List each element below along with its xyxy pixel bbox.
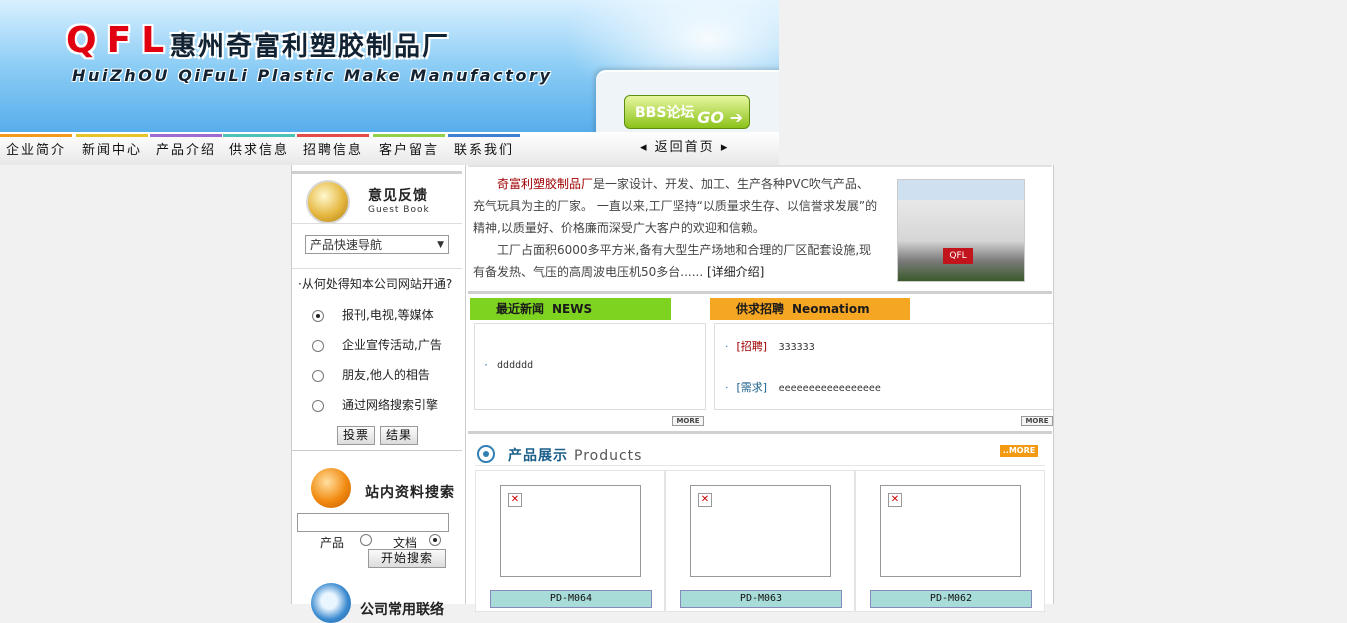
product-card[interactable]: ✕ PD-M062	[855, 470, 1045, 612]
radio[interactable]	[312, 339, 324, 352]
product-card[interactable]: ✕ PD-M064	[475, 470, 665, 612]
radio-selected[interactable]	[428, 534, 441, 546]
intro-text-2: 工厂占面积6000多平方米,备有大型生产场地和合理的厂区配套设施,现有备发热、气…	[473, 243, 872, 279]
quick-nav-value: 产品快速导航	[310, 238, 383, 252]
search-input[interactable]	[297, 513, 449, 532]
nav-item-messages[interactable]: 客户留言	[373, 134, 445, 163]
broken-image-icon: ✕	[508, 493, 522, 507]
back-home-label: 返回首页	[654, 140, 715, 155]
news-list: · dddddd	[474, 323, 706, 410]
list-item[interactable]: · [招聘] 333333	[725, 338, 815, 354]
factory-photo: QFL	[897, 179, 1025, 282]
poll-option-3[interactable]: 朋友,他人的相告	[312, 366, 430, 383]
nav-item-about[interactable]: 企业简介	[0, 134, 72, 163]
news-title: 最近新闻	[496, 302, 545, 316]
bbs-forum-button[interactable]: BBS论坛 GO ➔	[624, 95, 750, 129]
news-title-en: NEWS	[552, 302, 593, 316]
product-name[interactable]: PD-M064	[490, 590, 652, 608]
detail-link[interactable]: [详细介绍]	[707, 265, 764, 279]
search-option-product[interactable]: 产品	[320, 534, 372, 551]
contact-title: 公司常用联络	[360, 602, 444, 618]
nav-item-jobs[interactable]: 招聘信息	[297, 134, 369, 163]
products-title-en: Products	[574, 448, 643, 464]
supply-title-en: Neomatiom	[792, 302, 870, 316]
main-content: 意见反馈 Guest Book 产品快速导航 ▼ ·从何处得知本公司网站开通? …	[291, 165, 1054, 623]
products-title: 产品展示 Products	[508, 448, 643, 464]
poll-question: ·从何处得知本公司网站开通?	[298, 277, 453, 291]
nav-item-supply[interactable]: 供求信息	[223, 134, 295, 163]
news-more-button[interactable]: MORE	[672, 416, 704, 426]
radio[interactable]	[312, 369, 324, 382]
search-icon	[311, 468, 351, 508]
results-button[interactable]: 结果	[380, 426, 419, 445]
company-intro: 奇富利塑胶制品厂是一家设计、开发、加工、生产各种PVC吹气产品、充气玩具为主的厂…	[473, 173, 880, 283]
poll-option-1[interactable]: 报刊,电视,等媒体	[312, 306, 434, 323]
logo-mark: QFL	[66, 20, 175, 61]
right-arrow-icon: ▸	[720, 140, 730, 155]
main-nav: 企业简介 新闻中心 产品介绍 供求信息 招聘信息 客户留言 联系我们 ◂ 返回首…	[0, 132, 779, 165]
nav-item-contact[interactable]: 联系我们	[448, 134, 520, 163]
chevron-down-icon: ▼	[437, 240, 444, 250]
guestbook-subtitle: Guest Book	[368, 205, 430, 215]
product-image[interactable]: ✕	[880, 485, 1021, 577]
company-name-cn: 惠州奇富利塑胶制品厂	[170, 32, 451, 62]
broken-image-icon: ✕	[888, 493, 902, 507]
product-name[interactable]: PD-M062	[870, 590, 1032, 608]
site-search-title: 站内资料搜索	[365, 485, 455, 501]
site-header: QFL 惠州奇富利塑胶制品厂 HuiZhOU QiFuLi Plastic Ma…	[0, 0, 779, 165]
guestbook-icon	[306, 180, 350, 224]
supply-title: 供求招聘	[736, 302, 785, 316]
broken-image-icon: ✕	[698, 493, 712, 507]
poll-option-4[interactable]: 通过网络搜索引擎	[312, 396, 438, 413]
product-image[interactable]: ✕	[500, 485, 641, 577]
left-arrow-icon: ◂	[640, 140, 649, 155]
radio-selected[interactable]	[312, 309, 324, 322]
list-item[interactable]: · [需求] eeeeeeeeeeeeeeeee	[725, 379, 881, 395]
back-home-link[interactable]: ◂ 返回首页 ▸	[640, 136, 729, 160]
start-search-button[interactable]: 开始搜索	[368, 549, 447, 568]
vote-button[interactable]: 投票	[337, 426, 376, 445]
products-more-button[interactable]: ..MORE	[1000, 445, 1038, 457]
intro-brand: 奇富利塑胶制品厂	[497, 177, 594, 191]
bbs-label: BBS论坛	[635, 105, 695, 121]
gear-icon	[311, 583, 351, 623]
nav-item-news[interactable]: 新闻中心	[76, 134, 148, 163]
target-icon	[477, 445, 495, 463]
factory-sign: QFL	[943, 248, 973, 264]
list-item[interactable]: · dddddd	[483, 360, 533, 371]
poll-option-2[interactable]: 企业宣传活动,广告	[312, 336, 442, 353]
product-image[interactable]: ✕	[690, 485, 831, 577]
go-arrow-icon: GO ➔	[697, 108, 743, 127]
supply-header: 供求招聘 Neomatiom	[710, 298, 910, 320]
guestbook-title: 意见反馈	[368, 188, 428, 204]
product-quick-nav-select[interactable]: 产品快速导航 ▼	[305, 235, 449, 254]
company-name-en: HuiZhOU QiFuLi Plastic Make Manufactory	[72, 66, 553, 85]
supply-more-button[interactable]: MORE	[1021, 416, 1053, 426]
product-name[interactable]: PD-M063	[680, 590, 842, 608]
radio[interactable]	[312, 399, 324, 412]
left-sidebar: 意见反馈 Guest Book 产品快速导航 ▼ ·从何处得知本公司网站开通? …	[292, 165, 466, 623]
nav-item-products[interactable]: 产品介绍	[150, 134, 222, 163]
news-header: 最近新闻 NEWS	[470, 298, 671, 320]
supply-list: · [招聘] 333333 · [需求] eeeeeeeeeeeeeeeee	[714, 323, 1053, 410]
product-card[interactable]: ✕ PD-M063	[665, 470, 855, 612]
radio[interactable]	[359, 534, 372, 546]
